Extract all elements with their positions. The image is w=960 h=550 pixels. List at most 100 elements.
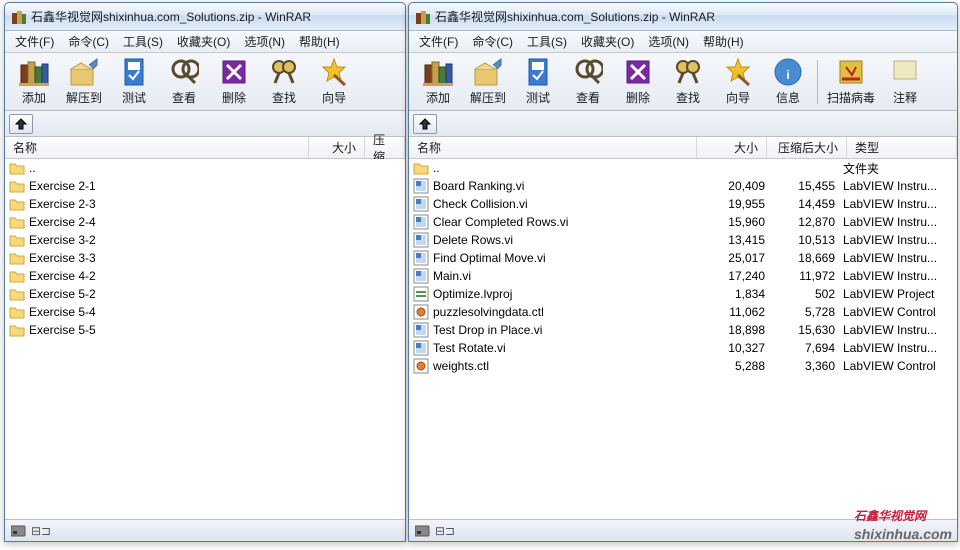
file-row[interactable]: Main.vi17,24011,972LabVIEW Instru... — [409, 267, 957, 285]
window-title: 石鑫华视觉网shixinhua.com_Solutions.zip - WinR… — [31, 8, 311, 25]
wizard-button[interactable]: 向导 — [714, 56, 762, 108]
file-list[interactable]: ..文件夹Board Ranking.vi20,40915,455LabVIEW… — [409, 159, 957, 519]
col-name[interactable]: 名称 — [409, 137, 697, 158]
file-name: Clear Completed Rows.vi — [433, 215, 703, 229]
menu-command[interactable]: 命令(C) — [466, 31, 519, 52]
add-button[interactable]: 添加 — [10, 56, 58, 108]
file-name: Test Drop in Place.vi — [433, 323, 703, 337]
col-size[interactable]: 大小 — [697, 137, 767, 158]
file-row[interactable]: Optimize.lvproj1,834502LabVIEW Project — [409, 285, 957, 303]
file-icon — [413, 196, 429, 212]
menu-command[interactable]: 命令(C) — [62, 31, 115, 52]
file-icon — [413, 286, 429, 302]
view-button[interactable]: 查看 — [160, 56, 208, 108]
test-button[interactable]: 测试 — [110, 56, 158, 108]
folder-row[interactable]: Exercise 5-2 — [5, 285, 405, 303]
col-name[interactable]: 名称 — [5, 137, 309, 158]
menu-tools[interactable]: 工具(S) — [117, 31, 169, 52]
file-type: LabVIEW Instru... — [843, 251, 953, 265]
folder-row[interactable]: Exercise 5-4 — [5, 303, 405, 321]
col-packed[interactable]: 压缩 — [365, 137, 405, 158]
col-size[interactable]: 大小 — [309, 137, 365, 158]
file-size: 15,960 — [703, 215, 773, 229]
winrar-window-left: 石鑫华视觉网shixinhua.com_Solutions.zip - WinR… — [4, 2, 406, 542]
file-packed: 502 — [773, 287, 843, 301]
titlebar[interactable]: 石鑫华视觉网shixinhua.com_Solutions.zip - WinR… — [409, 3, 957, 31]
folder-row[interactable]: Exercise 2-3 — [5, 195, 405, 213]
up-button[interactable] — [413, 114, 437, 134]
file-name: Board Ranking.vi — [433, 179, 703, 193]
scan-button[interactable]: 扫描病毒 — [823, 56, 879, 108]
file-list[interactable]: ..Exercise 2-1Exercise 2-3Exercise 2-4Ex… — [5, 159, 405, 519]
col-type[interactable]: 类型 — [847, 137, 957, 158]
window-title: 石鑫华视觉网shixinhua.com_Solutions.zip - WinR… — [435, 8, 715, 25]
titlebar[interactable]: 石鑫华视觉网shixinhua.com_Solutions.zip - WinR… — [5, 3, 405, 31]
file-name: Exercise 2-1 — [29, 179, 401, 193]
menu-options[interactable]: 选项(N) — [642, 31, 695, 52]
folder-icon — [9, 232, 25, 248]
menu-file[interactable]: 文件(F) — [9, 31, 60, 52]
parent-folder-row[interactable]: .. — [5, 159, 405, 177]
file-row[interactable]: Find Optimal Move.vi25,01718,669LabVIEW … — [409, 249, 957, 267]
folder-row[interactable]: Exercise 2-4 — [5, 213, 405, 231]
delete-button[interactable]: 删除 — [210, 56, 258, 108]
menu-tools[interactable]: 工具(S) — [521, 31, 573, 52]
folder-row[interactable]: Exercise 4-2 — [5, 267, 405, 285]
file-type: LabVIEW Instru... — [843, 233, 953, 247]
file-name: Main.vi — [433, 269, 703, 283]
file-type: LabVIEW Control — [843, 359, 953, 373]
parent-folder-row[interactable]: ..文件夹 — [409, 159, 957, 177]
find-button[interactable]: 查找 — [260, 56, 308, 108]
column-headers: 名称 大小 压缩后大小 类型 — [409, 137, 957, 159]
file-row[interactable]: Test Drop in Place.vi18,89815,630LabVIEW… — [409, 321, 957, 339]
info-button[interactable]: 信息 — [764, 56, 812, 108]
extract-button[interactable]: 解压到 — [464, 56, 512, 108]
file-name: Exercise 4-2 — [29, 269, 401, 283]
test-button[interactable]: 测试 — [514, 56, 562, 108]
extract-button[interactable]: 解压到 — [60, 56, 108, 108]
folder-row[interactable]: Exercise 3-3 — [5, 249, 405, 267]
file-row[interactable]: Delete Rows.vi13,41510,513LabVIEW Instru… — [409, 231, 957, 249]
file-type: LabVIEW Instru... — [843, 269, 953, 283]
file-type: LabVIEW Instru... — [843, 323, 953, 337]
folder-row[interactable]: Exercise 5-5 — [5, 321, 405, 339]
file-row[interactable]: weights.ctl5,2883,360LabVIEW Control — [409, 357, 957, 375]
menu-favorites[interactable]: 收藏夹(O) — [171, 31, 236, 52]
menu-help[interactable]: 帮助(H) — [293, 31, 346, 52]
col-packed[interactable]: 压缩后大小 — [767, 137, 847, 158]
file-name: Test Rotate.vi — [433, 341, 703, 355]
menu-file[interactable]: 文件(F) — [413, 31, 464, 52]
file-row[interactable]: Check Collision.vi19,95514,459LabVIEW In… — [409, 195, 957, 213]
view-button[interactable]: 查看 — [564, 56, 612, 108]
folder-row[interactable]: Exercise 3-2 — [5, 231, 405, 249]
file-type: 文件夹 — [843, 160, 953, 177]
file-name: weights.ctl — [433, 359, 703, 373]
up-button[interactable] — [9, 114, 33, 134]
file-row[interactable]: Clear Completed Rows.vi15,96012,870LabVI… — [409, 213, 957, 231]
folder-row[interactable]: Exercise 2-1 — [5, 177, 405, 195]
file-row[interactable]: Test Rotate.vi10,3277,694LabVIEW Instru.… — [409, 339, 957, 357]
file-icon — [413, 322, 429, 338]
file-type: LabVIEW Instru... — [843, 215, 953, 229]
folder-icon — [9, 160, 25, 176]
menu-help[interactable]: 帮助(H) — [697, 31, 750, 52]
file-size: 17,240 — [703, 269, 773, 283]
wizard-button[interactable]: 向导 — [310, 56, 358, 108]
file-packed: 12,870 — [773, 215, 843, 229]
statusbar: ⊟⊐ — [409, 519, 957, 541]
folder-icon — [9, 250, 25, 266]
delete-button[interactable]: 删除 — [614, 56, 662, 108]
menu-options[interactable]: 选项(N) — [238, 31, 291, 52]
folder-icon — [9, 196, 25, 212]
menu-favorites[interactable]: 收藏夹(O) — [575, 31, 640, 52]
app-icon — [11, 9, 27, 25]
menubar: 文件(F) 命令(C) 工具(S) 收藏夹(O) 选项(N) 帮助(H) — [5, 31, 405, 53]
file-row[interactable]: Board Ranking.vi20,40915,455LabVIEW Inst… — [409, 177, 957, 195]
find-button[interactable]: 查找 — [664, 56, 712, 108]
comment-button[interactable]: 注释 — [881, 56, 929, 108]
file-row[interactable]: puzzlesolvingdata.ctl11,0625,728LabVIEW … — [409, 303, 957, 321]
file-name: Delete Rows.vi — [433, 233, 703, 247]
file-packed: 10,513 — [773, 233, 843, 247]
add-button[interactable]: 添加 — [414, 56, 462, 108]
menubar: 文件(F) 命令(C) 工具(S) 收藏夹(O) 选项(N) 帮助(H) — [409, 31, 957, 53]
